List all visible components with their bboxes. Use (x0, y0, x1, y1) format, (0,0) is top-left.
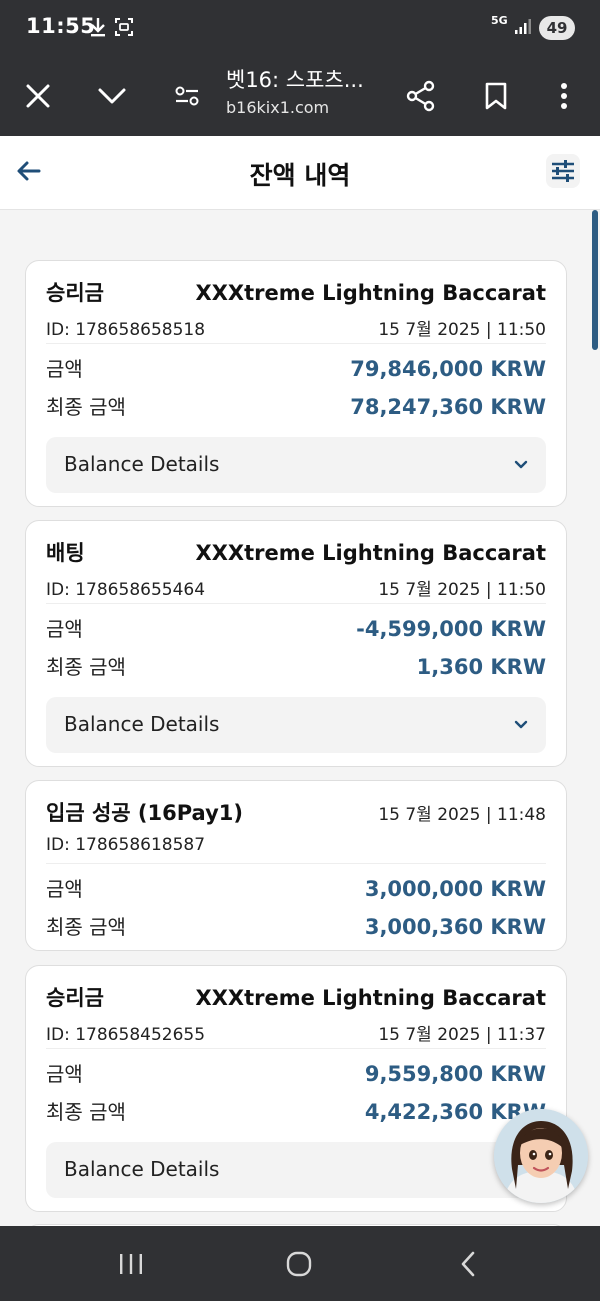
status-time: 11:55 (26, 14, 96, 38)
balance-details-toggle[interactable]: Balance Details (46, 697, 546, 753)
back-icon[interactable] (448, 1246, 488, 1282)
page-title: 잔액 내역 (249, 161, 351, 190)
signal-icon (514, 18, 532, 35)
chevron-down-icon[interactable] (92, 76, 132, 116)
page-header: 잔액 내역 (0, 136, 600, 210)
transaction-card: 승리금 XXXtreme Lightning Baccarat ID: 1786… (25, 260, 567, 507)
filter-icon[interactable] (546, 154, 580, 188)
final-amount-value: 3,000,360 KRW (364, 915, 546, 939)
chevron-down-icon (512, 456, 530, 474)
download-icon (88, 16, 108, 38)
browser-url[interactable]: b16kix1.com (226, 98, 329, 117)
transaction-id: ID: 178658655464 (46, 580, 206, 600)
transaction-type: 입금 성공 (16Pay1) (46, 801, 243, 825)
balance-details-label: Balance Details (64, 712, 220, 736)
page-settings-icon[interactable] (167, 76, 207, 116)
final-amount-label: 최종 금액 (46, 655, 126, 679)
transaction-id: ID: 178658618587 (46, 835, 206, 855)
amount-value: -4,599,000 KRW (356, 617, 546, 641)
amount-label: 금액 (46, 617, 83, 641)
transaction-card: 입금 성공 (16Pay1) 15 7월 2025 | 11:48 ID: 17… (25, 780, 567, 951)
amount-value: 9,559,800 KRW (364, 1062, 546, 1086)
system-nav-bar (0, 1226, 600, 1301)
balance-details-toggle[interactable]: Balance Details (46, 437, 546, 493)
battery-level: 49 (539, 16, 575, 40)
game-name: XXXtreme Lightning Baccarat (195, 986, 547, 1010)
screenshot-icon (114, 17, 134, 37)
amount-value: 3,000,000 KRW (364, 877, 546, 901)
divider (46, 863, 546, 864)
bookmark-icon[interactable] (476, 76, 516, 116)
share-icon[interactable] (401, 76, 441, 116)
status-bar: 11:55 5G 49 (0, 0, 600, 56)
divider (46, 343, 546, 344)
amount-label: 금액 (46, 357, 83, 381)
chevron-down-icon (512, 716, 530, 734)
balance-details-label: Balance Details (64, 1157, 220, 1181)
final-amount-label: 최종 금액 (46, 1100, 126, 1124)
transaction-id: ID: 178658658518 (46, 320, 206, 340)
transaction-datetime: 15 7월 2025 | 11:50 (378, 320, 546, 340)
amount-label: 금액 (46, 877, 83, 901)
home-icon[interactable] (279, 1246, 319, 1282)
close-icon[interactable] (18, 76, 58, 116)
transaction-datetime: 15 7월 2025 | 11:48 (378, 805, 546, 825)
browser-toolbar: 벳16: 스포츠... b16kix1.com (0, 56, 600, 136)
transaction-list[interactable]: 승리금 XXXtreme Lightning Baccarat ID: 1786… (0, 210, 600, 1226)
transaction-card: 승리금 XXXtreme Lightning Baccarat ID: 1786… (25, 965, 567, 1212)
transaction-card: 배팅 XXXtreme Lightning Baccarat ID: 17865… (25, 520, 567, 767)
transaction-datetime: 15 7월 2025 | 11:50 (378, 580, 546, 600)
divider (46, 603, 546, 604)
transaction-type: 승리금 (46, 281, 104, 305)
game-name: XXXtreme Lightning Baccarat (195, 541, 547, 565)
more-icon[interactable] (544, 76, 584, 116)
balance-details-label: Balance Details (64, 452, 220, 476)
network-type: 5G (491, 14, 508, 27)
final-amount-label: 최종 금액 (46, 395, 126, 419)
final-amount-value: 1,360 KRW (416, 655, 546, 679)
balance-details-toggle[interactable]: Balance Details (46, 1142, 546, 1198)
transaction-id: ID: 178658452655 (46, 1025, 206, 1045)
final-amount-value: 78,247,360 KRW (350, 395, 546, 419)
support-avatar[interactable] (494, 1109, 588, 1203)
amount-label: 금액 (46, 1062, 83, 1086)
recent-apps-icon[interactable] (111, 1246, 151, 1282)
final-amount-label: 최종 금액 (46, 915, 126, 939)
transaction-type: 배팅 (46, 541, 85, 565)
browser-page-title[interactable]: 벳16: 스포츠... (226, 64, 364, 94)
transaction-datetime: 15 7월 2025 | 11:37 (378, 1025, 546, 1045)
divider (46, 1048, 546, 1049)
game-name: XXXtreme Lightning Baccarat (195, 281, 547, 305)
amount-value: 79,846,000 KRW (350, 357, 546, 381)
scrollbar[interactable] (592, 210, 598, 350)
transaction-type: 승리금 (46, 986, 104, 1010)
